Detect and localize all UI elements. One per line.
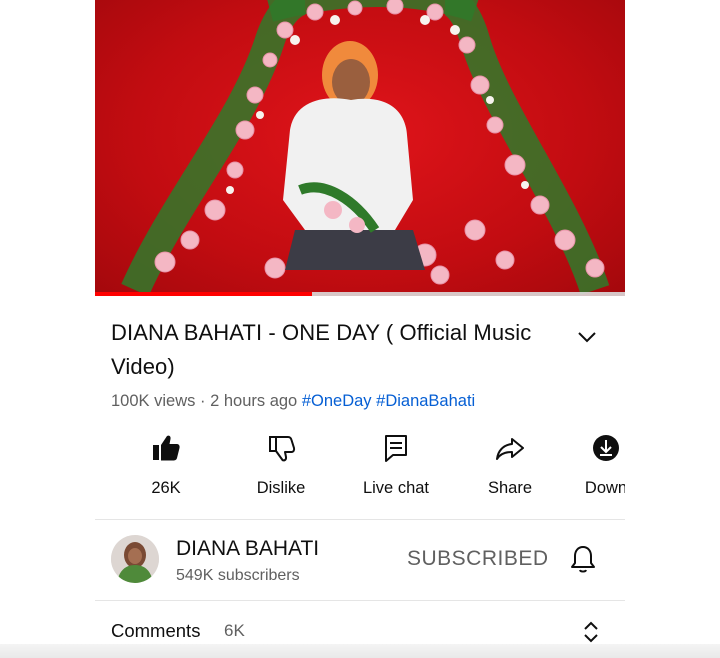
divider [95,519,625,520]
share-label: Share [487,479,533,497]
bottom-gesture-area [0,644,720,658]
youtube-watch-page: DIANA BAHATI - ONE DAY ( Official Music … [95,0,625,658]
share-button[interactable]: Share [455,433,565,498]
share-icon [496,438,524,460]
action-bar: 26K Dislike Live chat Share Down [95,433,625,513]
thumbs-down-icon [269,436,296,462]
performer-figure [283,41,425,270]
divider [95,600,625,601]
download-icon [593,435,619,461]
view-count: 100K views [111,392,196,410]
live-chat-button[interactable]: Live chat [341,433,451,498]
bell-icon[interactable] [569,544,597,574]
avatar-image [111,535,159,583]
download-label: Down [584,479,625,497]
video-meta: 100K views · 2 hours ago #OneDay #DianaB… [111,392,475,411]
channel-avatar[interactable] [111,535,159,583]
video-frame [121,0,610,296]
hashtag-link[interactable]: #OneDay [302,392,372,410]
upload-time: 2 hours ago [210,392,298,410]
like-button[interactable]: 26K [111,433,221,498]
live-chat-label: Live chat [362,479,430,497]
hashtag-link[interactable]: #DianaBahati [376,392,475,410]
video-progress-fill [95,292,313,296]
channel-name[interactable]: DIANA BAHATI [176,537,319,561]
expand-collapse-icon[interactable] [581,620,601,644]
dislike-button[interactable]: Dislike [226,433,336,498]
subscribed-button[interactable]: SUBSCRIBED [407,547,549,571]
comments-count: 6K [224,621,245,640]
video-player[interactable] [95,0,625,296]
download-button[interactable]: Down [551,433,625,498]
video-progress-bar[interactable] [95,292,625,296]
thumbs-up-filled-icon [153,435,180,461]
chevron-down-icon[interactable] [575,325,599,349]
chat-icon [385,435,407,462]
dislike-label: Dislike [256,479,306,497]
comments-label[interactable]: Comments [111,620,200,642]
subscriber-count: 549K subscribers [176,567,300,584]
video-title[interactable]: DIANA BAHATI - ONE DAY ( Official Music … [111,316,551,384]
meta-separator: · [199,392,206,410]
like-count: 26K [151,479,181,497]
